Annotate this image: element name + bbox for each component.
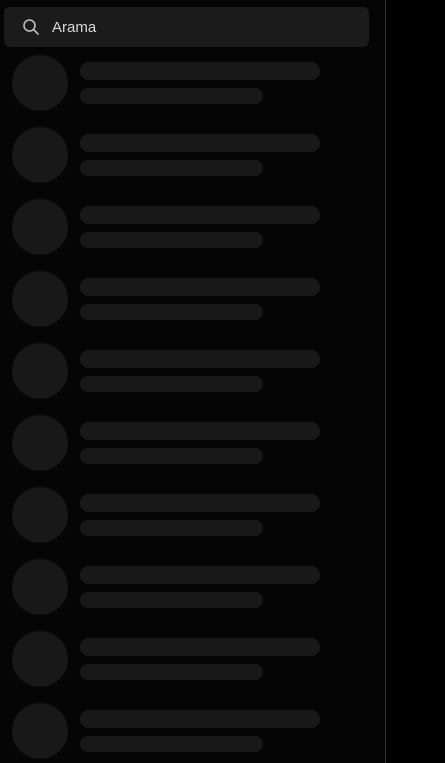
avatar-placeholder xyxy=(12,199,68,255)
subtitle-placeholder xyxy=(80,520,263,536)
subtitle-placeholder xyxy=(80,592,263,608)
content-area xyxy=(386,0,445,763)
skeleton-row xyxy=(0,343,385,415)
avatar-placeholder xyxy=(12,631,68,687)
skeleton-row xyxy=(0,631,385,703)
title-placeholder xyxy=(80,566,320,584)
subtitle-placeholder xyxy=(80,376,263,392)
avatar-placeholder xyxy=(12,343,68,399)
skeleton-row xyxy=(0,55,385,127)
title-placeholder xyxy=(80,206,320,224)
skeleton-row xyxy=(0,271,385,343)
avatar-placeholder xyxy=(12,559,68,615)
subtitle-placeholder xyxy=(80,664,263,680)
search-input[interactable] xyxy=(52,18,332,36)
title-placeholder xyxy=(80,62,320,80)
skeleton-row xyxy=(0,559,385,631)
conversation-list xyxy=(0,55,385,763)
avatar-placeholder xyxy=(12,127,68,183)
skeleton-row xyxy=(0,199,385,271)
avatar-placeholder xyxy=(12,487,68,543)
chat-list-panel xyxy=(0,0,385,763)
title-placeholder xyxy=(80,278,320,296)
subtitle-placeholder xyxy=(80,88,263,104)
skeleton-row xyxy=(0,703,385,763)
title-placeholder xyxy=(80,422,320,440)
search-bar[interactable] xyxy=(4,7,369,47)
subtitle-placeholder xyxy=(80,232,263,248)
avatar-placeholder xyxy=(12,55,68,111)
title-placeholder xyxy=(80,350,320,368)
subtitle-placeholder xyxy=(80,304,263,320)
subtitle-placeholder xyxy=(80,160,263,176)
skeleton-row xyxy=(0,487,385,559)
subtitle-placeholder xyxy=(80,448,263,464)
title-placeholder xyxy=(80,134,320,152)
skeleton-row xyxy=(0,415,385,487)
avatar-placeholder xyxy=(12,415,68,471)
skeleton-row xyxy=(0,127,385,199)
title-placeholder xyxy=(80,494,320,512)
subtitle-placeholder xyxy=(80,736,263,752)
avatar-placeholder xyxy=(12,703,68,759)
title-placeholder xyxy=(80,710,320,728)
avatar-placeholder xyxy=(12,271,68,327)
search-icon xyxy=(22,18,40,36)
title-placeholder xyxy=(80,638,320,656)
